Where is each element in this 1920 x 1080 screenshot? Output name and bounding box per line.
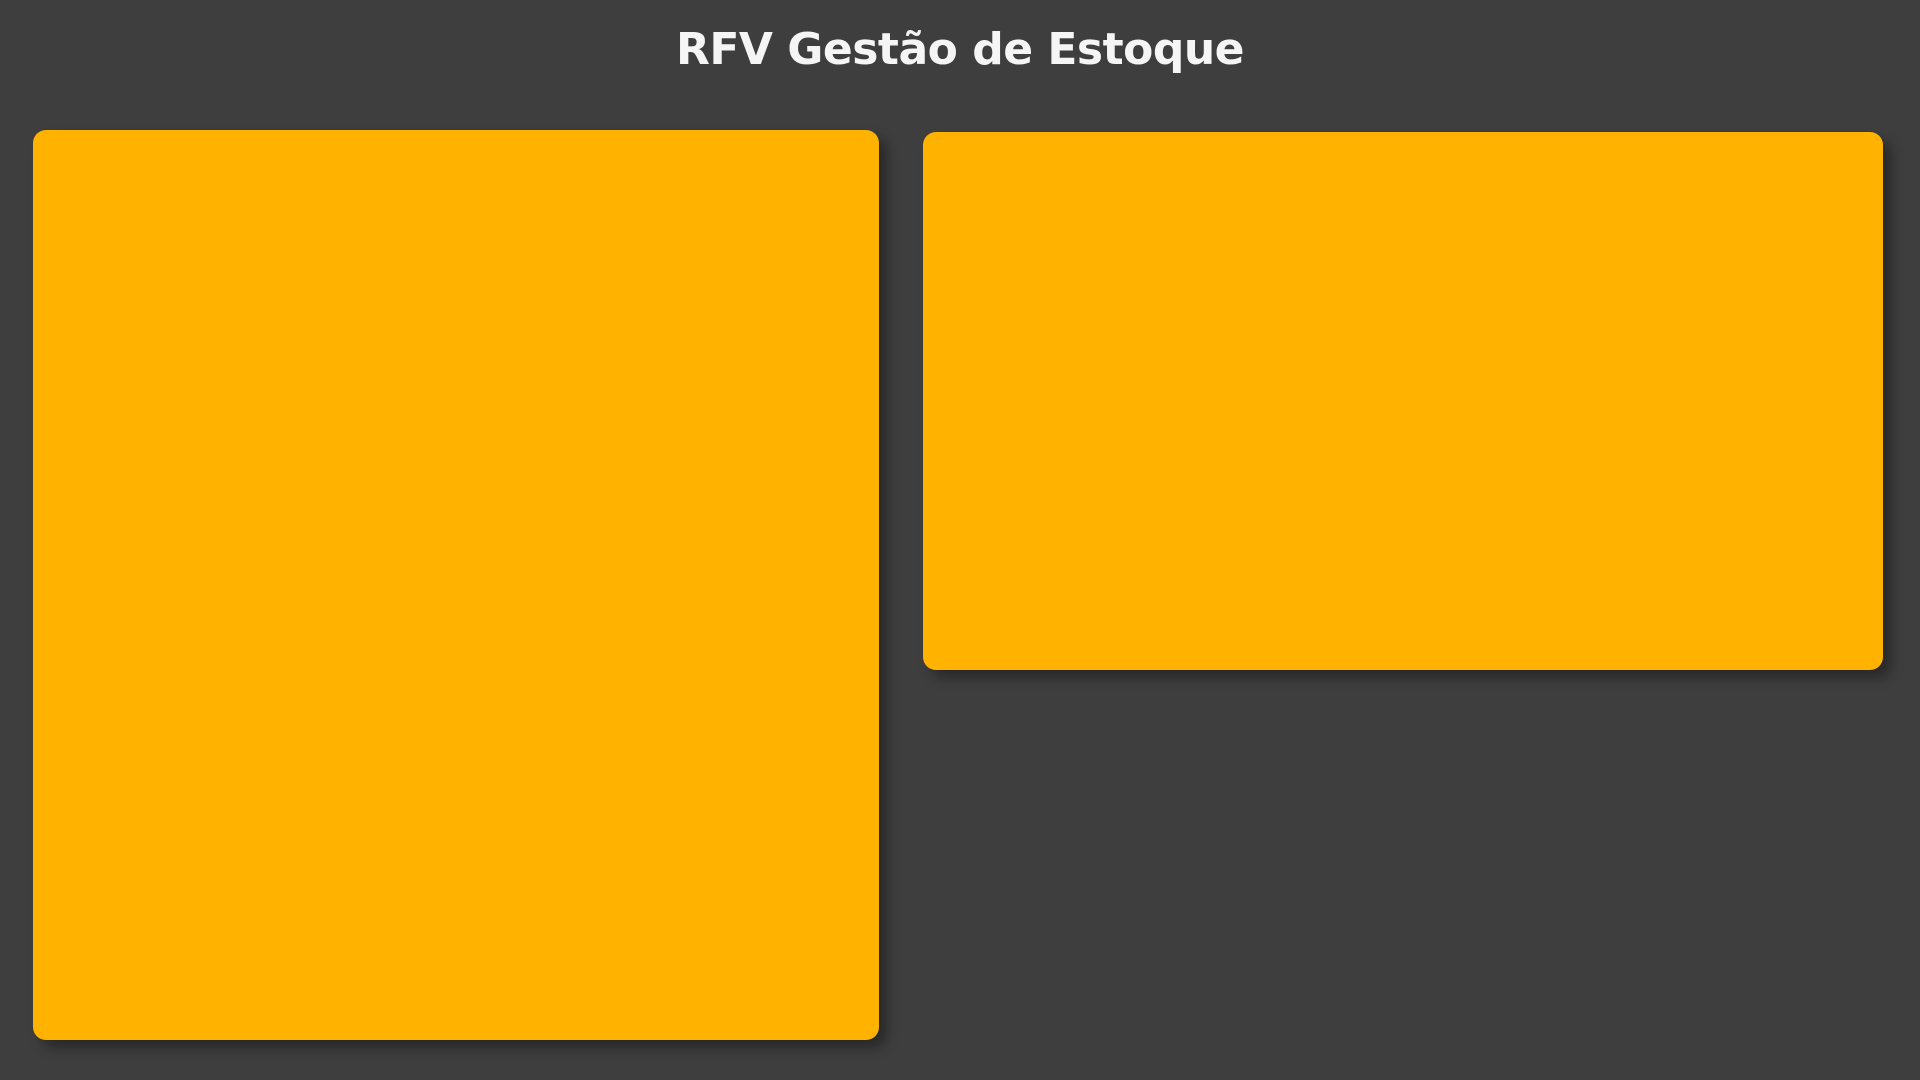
right-panel — [923, 132, 1883, 670]
page-title: RFV Gestão de Estoque — [675, 24, 1245, 75]
dashboard-canvas: RFV Gestão de Estoque — [0, 0, 1920, 1080]
left-panel — [33, 130, 879, 1040]
